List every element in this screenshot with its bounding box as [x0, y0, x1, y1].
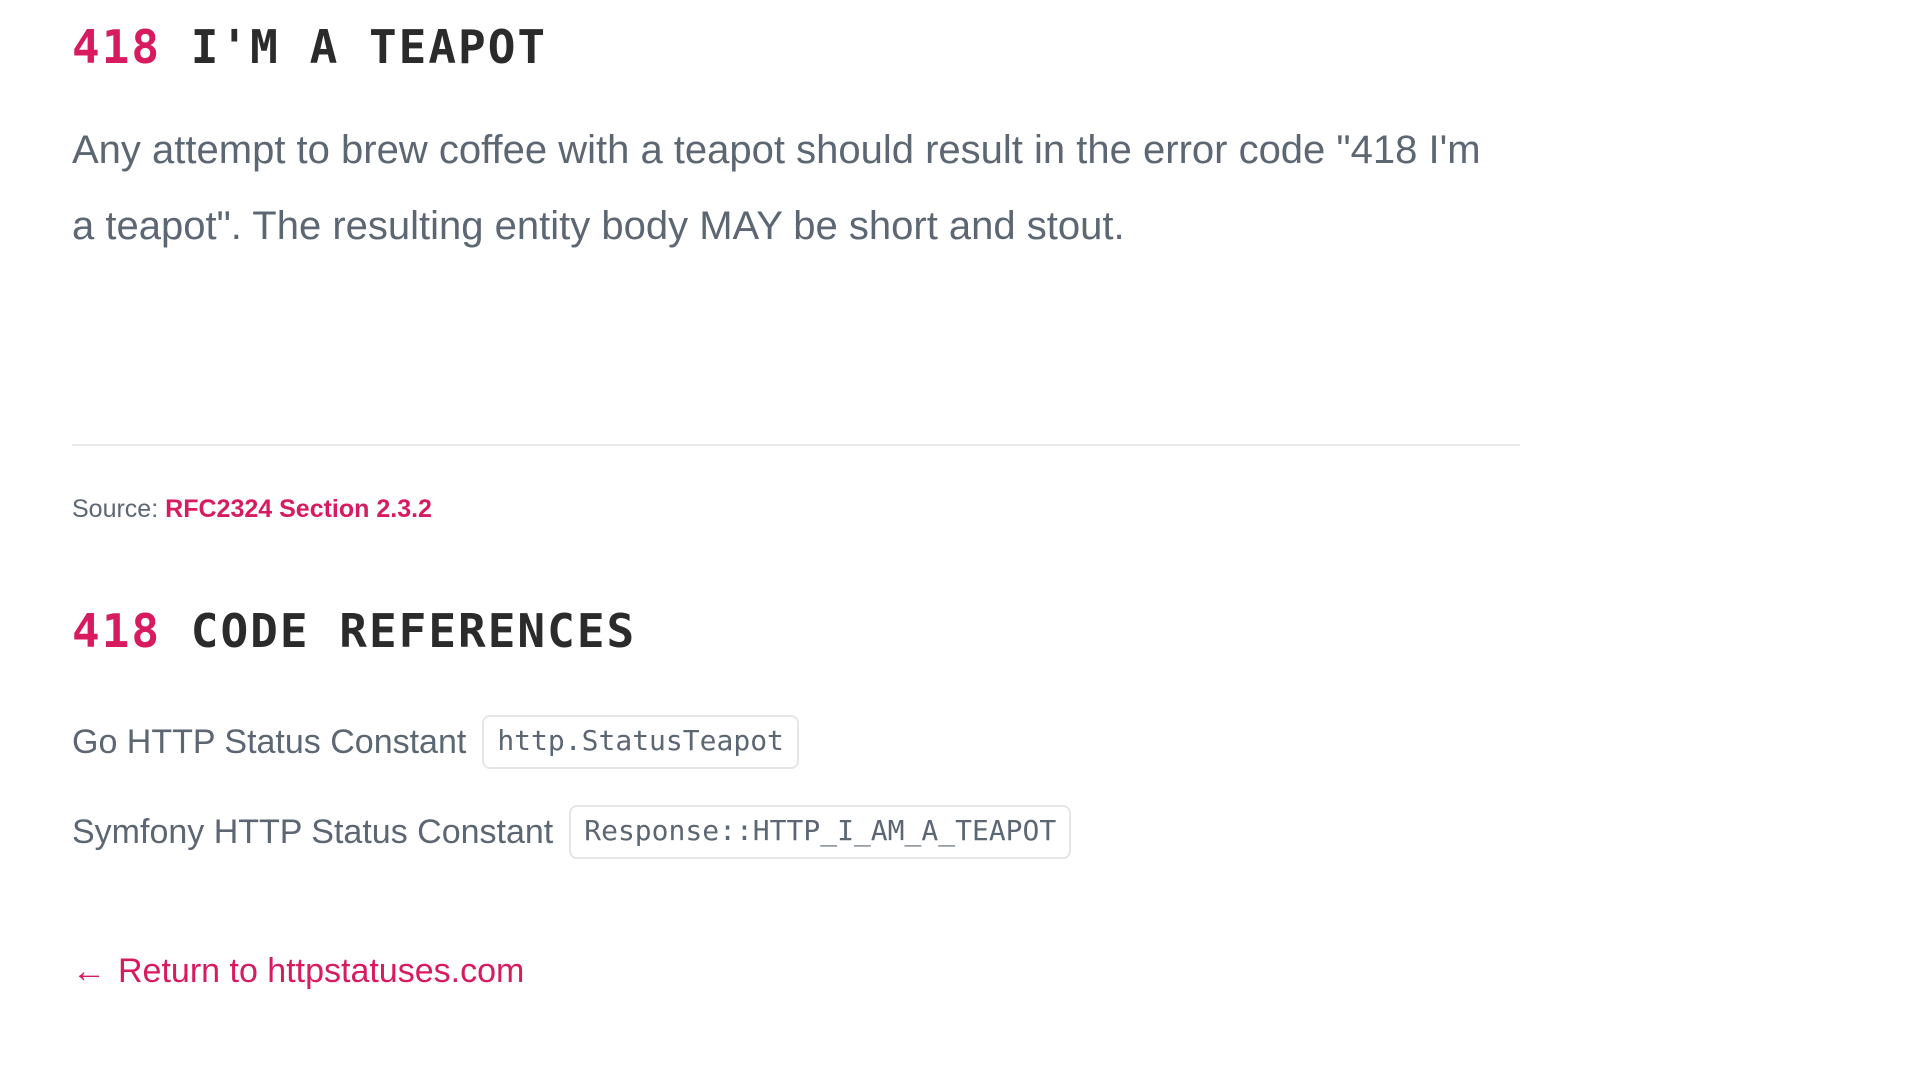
reference-row: Go HTTP Status Constant http.StatusTeapo…	[72, 715, 799, 769]
reference-row: Symfony HTTP Status Constant Response::H…	[72, 805, 1072, 859]
source-link[interactable]: RFC2324 Section 2.3.2	[165, 495, 432, 523]
section-divider	[72, 444, 1520, 446]
source-line: Source: RFC2324 Section 2.3.2	[72, 492, 432, 526]
status-title-text: I'M A TEAPOT	[190, 20, 548, 74]
reference-code-value[interactable]: http.StatusTeapot	[482, 715, 799, 769]
title-spacer	[161, 20, 191, 74]
return-home-label: Return to httpstatuses.com	[118, 952, 525, 990]
status-page: 418 I'M A TEAPOT Any attempt to brew cof…	[0, 0, 1920, 1080]
return-home-link[interactable]: ← Return to httpstatuses.com	[72, 948, 524, 994]
arrow-left-icon: ←	[72, 952, 106, 990]
code-references-heading: 418 CODE REFERENCES	[72, 606, 636, 657]
page-title: 418 I'M A TEAPOT	[72, 22, 547, 73]
reference-code-value[interactable]: Response::HTTP_I_AM_A_TEAPOT	[569, 805, 1072, 859]
source-label: Source:	[72, 495, 159, 523]
references-heading-spacer	[161, 604, 191, 658]
reference-label: Go HTTP Status Constant	[72, 723, 467, 761]
references-code-number: 418	[72, 604, 162, 658]
reference-label: Symfony HTTP Status Constant	[72, 813, 554, 851]
status-description: Any attempt to brew coffee with a teapot…	[72, 128, 1481, 248]
references-heading-text: CODE REFERENCES	[190, 604, 637, 658]
status-code: 418	[72, 20, 162, 74]
